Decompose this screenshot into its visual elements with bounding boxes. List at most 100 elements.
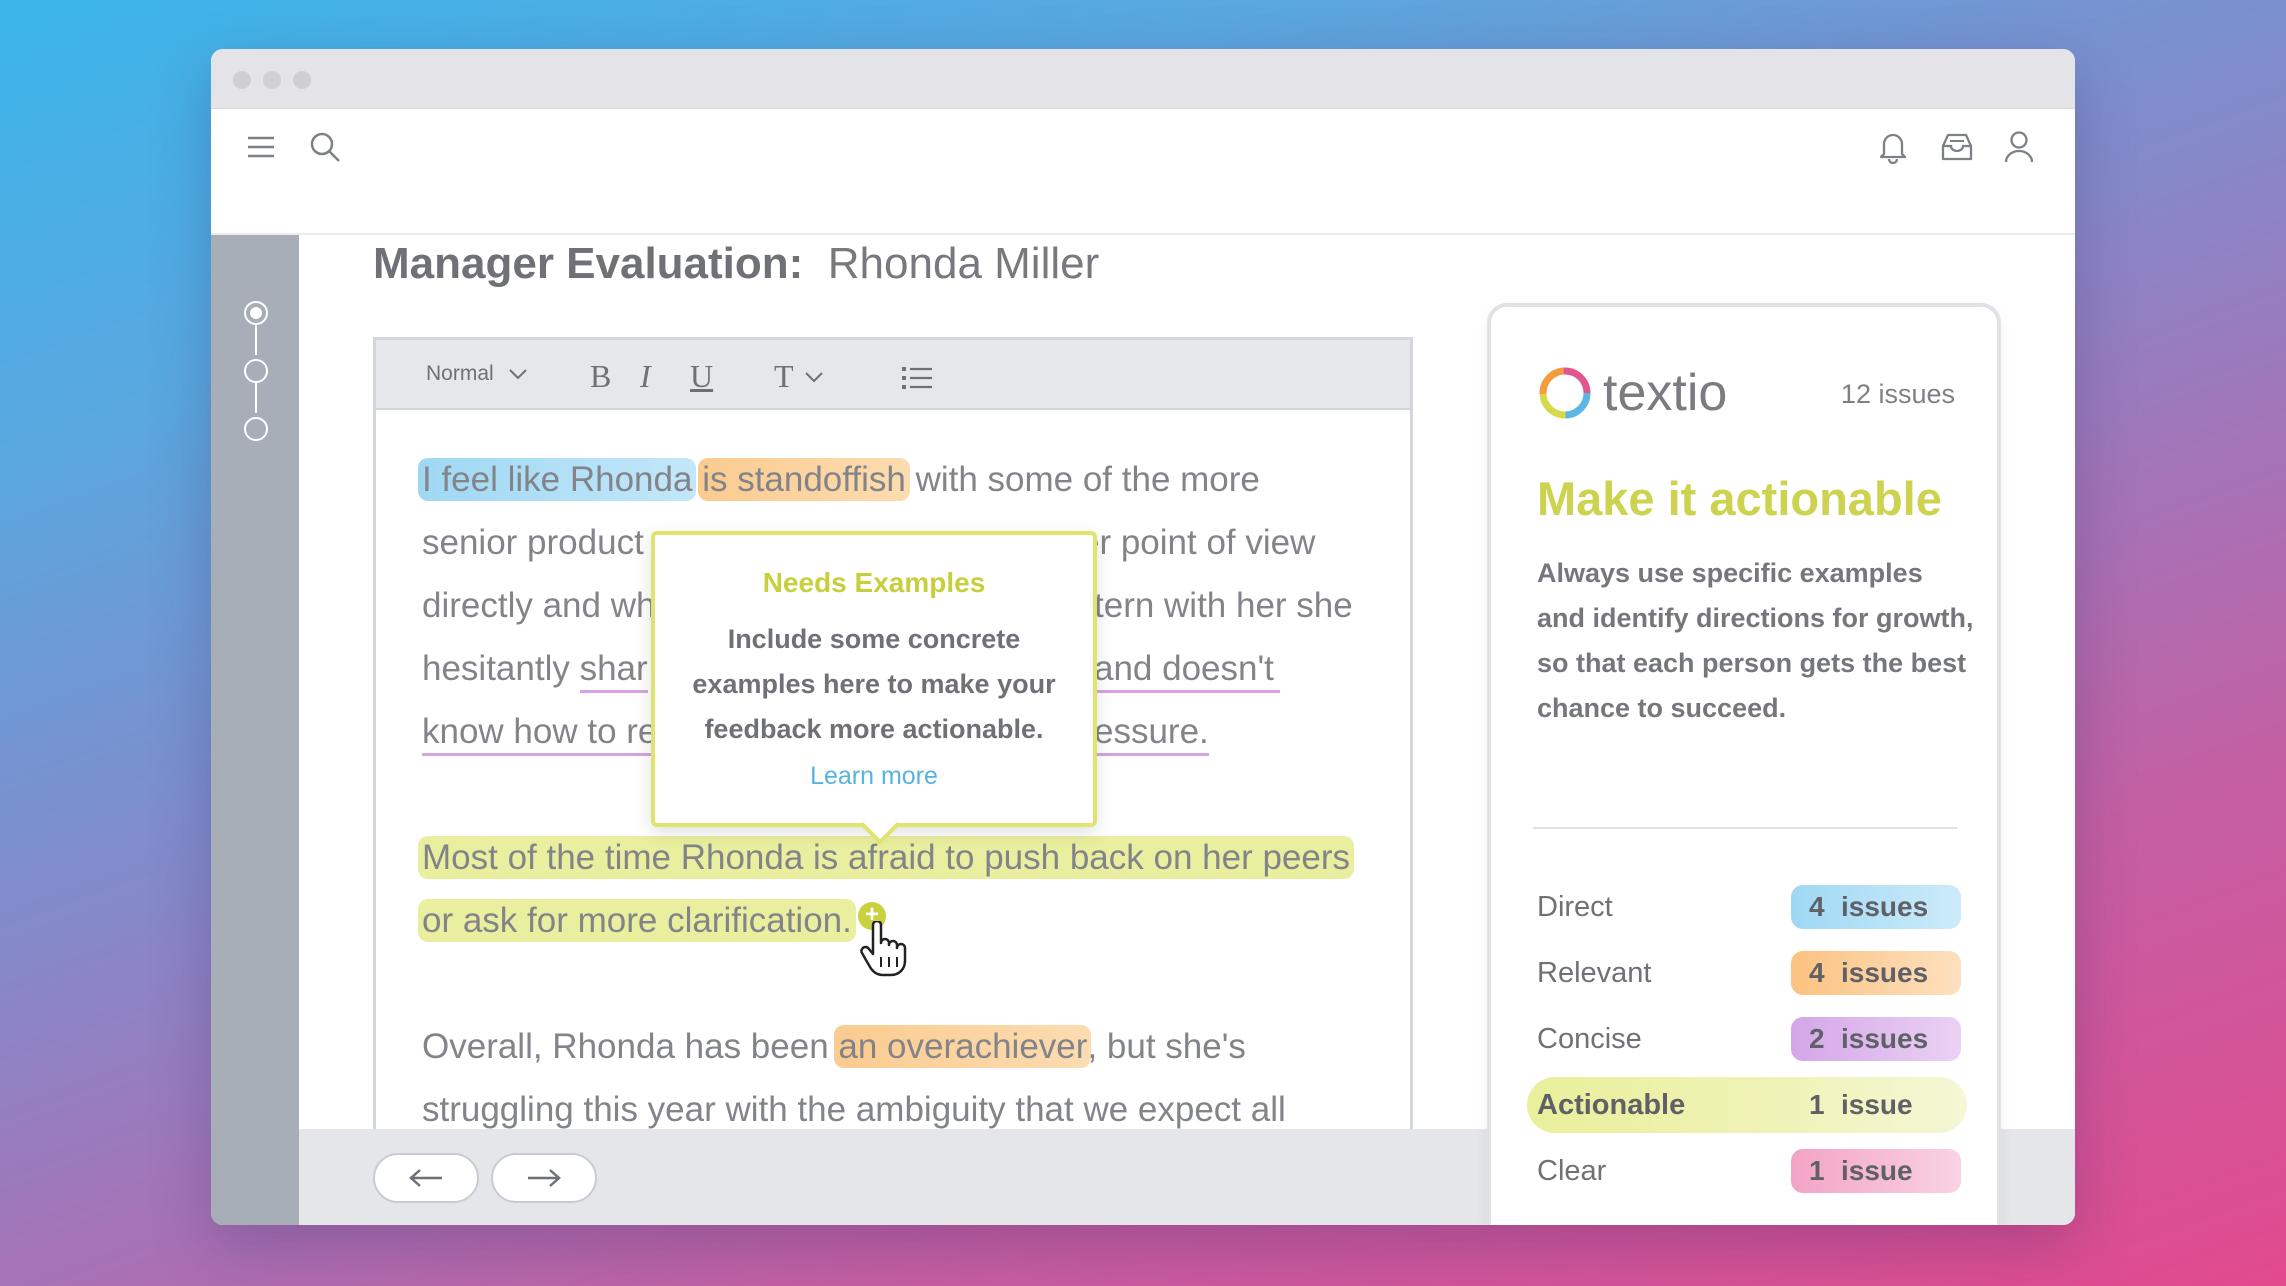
editor-text: senior product: [422, 523, 644, 562]
category-badge: 1 issue: [1791, 1083, 1961, 1127]
category-row-actionable[interactable]: Actionable 1 issue: [1537, 1079, 1971, 1131]
category-badge: 4 issues: [1791, 885, 1961, 929]
paragraph-style-value: Normal: [426, 362, 494, 385]
category-name: Relevant: [1537, 957, 1652, 989]
text-size-select[interactable]: T: [774, 358, 824, 395]
textio-panel: textio 12 issues Make it actionable Alwa…: [1487, 303, 2001, 1225]
highlight-actionable[interactable]: or ask for more clarification.: [418, 899, 856, 942]
progress-step-2[interactable]: [244, 359, 268, 383]
bullet-list-icon[interactable]: [902, 362, 932, 399]
window-minimize-dot[interactable]: [263, 71, 281, 89]
category-unit: issues: [1841, 1023, 1929, 1054]
page-title-name: Rhonda Miller: [827, 239, 1100, 288]
window-titlebar: [211, 49, 2075, 109]
inbox-icon[interactable]: [1935, 125, 1979, 169]
page-title-label: Manager Evaluation: [373, 239, 789, 288]
paragraph-style-select[interactable]: Normal: [426, 362, 528, 386]
editor-text: with some of the more: [905, 460, 1260, 499]
underline-concise[interactable]: know how to re: [422, 712, 658, 756]
highlight-direct[interactable]: I feel like Rhonda: [418, 458, 697, 501]
progress-connector: [255, 325, 257, 355]
category-badge: 1 issue: [1791, 1149, 1961, 1193]
editor-text: er point of view: [1080, 523, 1316, 562]
textio-brand: textio: [1537, 363, 1727, 423]
highlight-actionable[interactable]: Most of the time Rhonda is afraid to pus…: [418, 836, 1355, 879]
issues-total: 12 issues: [1840, 379, 1955, 409]
editor-line: or ask for more clarification.: [418, 899, 856, 943]
tooltip-body: Include some concrete examples here to m…: [692, 624, 1056, 744]
category-count: 1: [1809, 1089, 1825, 1120]
editor-line: tern with her she: [1094, 584, 1353, 628]
underline-button[interactable]: U: [690, 358, 713, 395]
window-close-dot[interactable]: [233, 71, 251, 89]
underline-concise[interactable]: essure.: [1094, 712, 1209, 756]
progress-step-1[interactable]: [244, 301, 268, 325]
chevron-down-icon: [508, 369, 527, 380]
editor-line: Most of the time Rhonda is afraid to pus…: [418, 836, 1355, 880]
app-header: [211, 109, 2075, 235]
italic-button[interactable]: I: [640, 358, 651, 395]
window-zoom-dot[interactable]: [293, 71, 311, 89]
user-icon[interactable]: [1997, 125, 2041, 169]
editor-line: I feel like Rhonda is standoffish with s…: [418, 458, 1260, 502]
hand-cursor-icon: [860, 921, 907, 977]
panel-divider: [1533, 827, 1957, 829]
category-count: 4: [1809, 891, 1825, 922]
arrow-right-icon: [528, 1169, 561, 1187]
editor-text: directly and wh: [422, 586, 656, 625]
category-row-clear[interactable]: Clear 1 issue: [1537, 1145, 1971, 1197]
search-icon[interactable]: [303, 125, 347, 169]
editor-line: know how to re: [422, 710, 658, 756]
category-badge: 4 issues: [1791, 951, 1961, 995]
editor-line: essure.: [1094, 710, 1209, 756]
editor-text: , but she's: [1087, 1027, 1246, 1066]
category-row-direct[interactable]: Direct 4 issues: [1537, 881, 1971, 933]
editor-line: struggling this year with the ambiguity …: [422, 1088, 1286, 1129]
tooltip-title: Needs Examples: [762, 567, 986, 598]
editor-text: Overall, Rhonda has been: [422, 1027, 839, 1066]
editor-text: tern with her she: [1094, 586, 1353, 625]
editor-line: Overall, Rhonda has been an overachiever…: [422, 1025, 1246, 1069]
page-title: Manager Evaluation: Rhonda Miller: [373, 239, 1099, 289]
category-row-relevant[interactable]: Relevant 4 issues: [1537, 947, 1971, 999]
highlight-relevant[interactable]: is standoffish: [698, 458, 910, 501]
category-count: 1: [1809, 1155, 1825, 1186]
category-unit: issue: [1841, 1089, 1913, 1120]
progress-connector: [255, 383, 257, 413]
category-name: Clear: [1537, 1155, 1607, 1187]
category-row-concise[interactable]: Concise 2 issues: [1537, 1013, 1971, 1065]
highlight-relevant[interactable]: an overachiever: [834, 1025, 1092, 1068]
bold-button[interactable]: B: [590, 358, 611, 395]
bell-icon[interactable]: [1871, 125, 1915, 169]
arrow-left-icon: [409, 1169, 442, 1187]
category-name: Direct: [1537, 891, 1613, 923]
textio-wordmark: textio: [1603, 364, 1728, 422]
page-title-separator: :: [788, 239, 804, 288]
category-badge: 2 issues: [1791, 1017, 1961, 1061]
editor-line: senior product: [422, 521, 644, 565]
editor-text: struggling this year with the ambiguity …: [422, 1090, 1286, 1129]
underline-concise[interactable]: and doesn't: [1094, 649, 1280, 693]
panel-headline: Make it actionable: [1537, 472, 1942, 525]
underline-concise[interactable]: shar: [579, 649, 648, 693]
chevron-down-icon: [804, 371, 823, 382]
editor-text: hesitantly: [422, 649, 580, 688]
editor-line: directly and wh: [422, 584, 655, 628]
editor-line: er point of view: [1080, 521, 1315, 565]
next-button[interactable]: [491, 1153, 597, 1203]
editor-line: and doesn't: [1094, 647, 1280, 693]
app-window: Manager Evaluation: Rhonda Miller Normal…: [211, 49, 2075, 1225]
panel-description: Always use specific examples and identif…: [1537, 558, 1974, 723]
category-unit: issue: [1841, 1155, 1913, 1186]
hamburger-menu-icon[interactable]: [239, 125, 283, 169]
learn-more-link[interactable]: Learn more: [655, 762, 1093, 791]
category-count: 2: [1809, 1023, 1825, 1054]
text-size-icon: T: [774, 358, 794, 394]
category-name: Actionable: [1537, 1089, 1686, 1121]
category-unit: issues: [1841, 891, 1929, 922]
previous-button[interactable]: [373, 1153, 479, 1203]
progress-step-3[interactable]: [244, 417, 268, 441]
category-unit: issues: [1841, 957, 1929, 988]
category-count: 4: [1809, 957, 1825, 988]
suggestion-tooltip: Needs Examples Include some concrete exa…: [651, 531, 1097, 827]
